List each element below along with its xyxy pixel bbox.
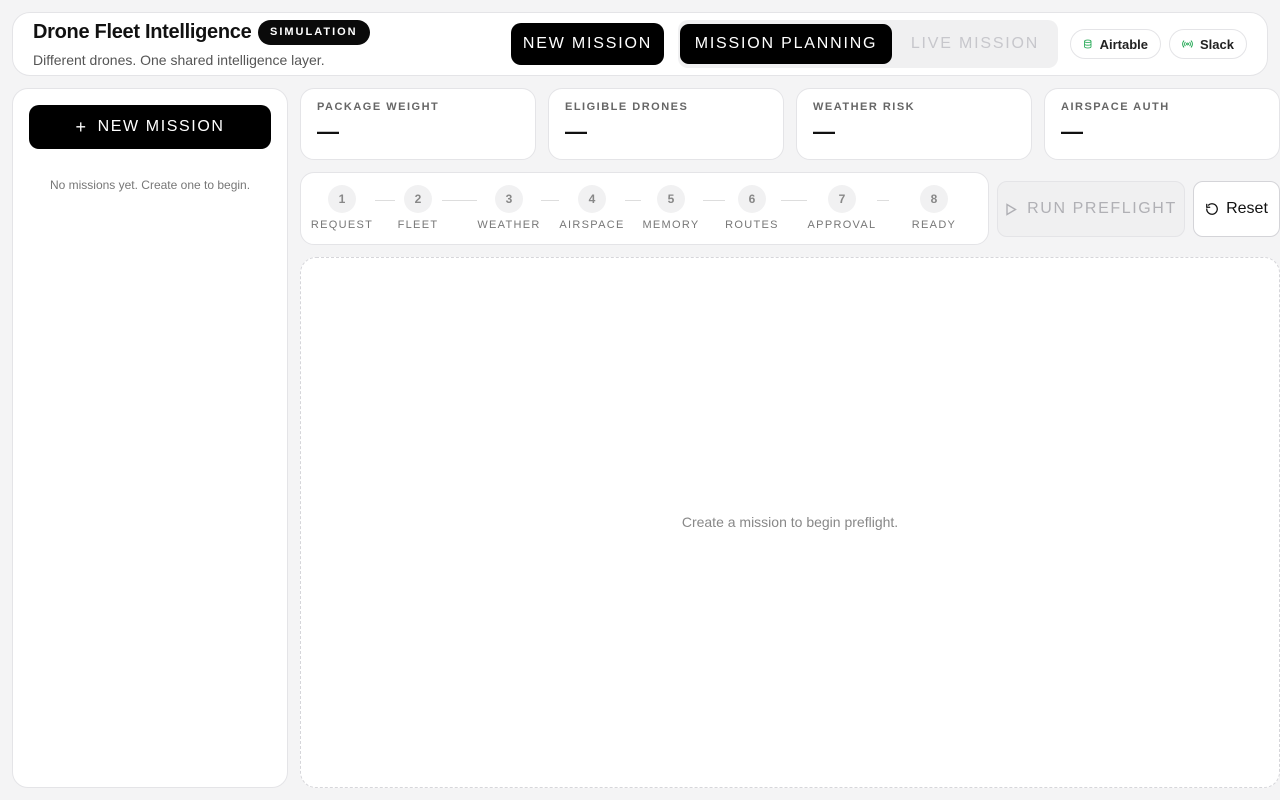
step-label: APPROVAL (807, 219, 877, 231)
stat-value: — (1061, 119, 1083, 144)
step-ready: 8 READY (894, 185, 974, 231)
stat-label: WEATHER RISK (813, 101, 916, 113)
step-number: 6 (738, 185, 766, 213)
step-label: REQUEST (310, 219, 374, 231)
step-number: 2 (404, 185, 432, 213)
reset-label: Reset (1226, 200, 1268, 217)
stat-package-weight: PACKAGE WEIGHT — (300, 88, 536, 160)
step-request: 1 REQUEST (302, 185, 382, 231)
preflight-stepper: 1 REQUEST 2 FLEET 3 WEATHER 4 AIRSPACE 5… (300, 172, 989, 245)
slack-label: Slack (1200, 36, 1234, 52)
step-airspace: 4 AIRSPACE (552, 185, 632, 231)
step-label: AIRSPACE (559, 219, 625, 231)
step-number: 7 (828, 185, 856, 213)
stat-label: AIRSPACE AUTH (1061, 101, 1170, 113)
run-preflight-button[interactable]: RUN PREFLIGHT (997, 181, 1185, 237)
stat-label: ELIGIBLE DRONES (565, 101, 689, 113)
step-approval: 7 APPROVAL (802, 185, 882, 231)
run-preflight-label: RUN PREFLIGHT (1027, 200, 1177, 217)
mode-tabs: MISSION PLANNING LIVE MISSION (678, 20, 1058, 68)
step-label: MEMORY (642, 219, 700, 231)
app-subtitle: Different drones. One shared intelligenc… (33, 52, 325, 68)
airtable-integration-pill[interactable]: Airtable (1070, 29, 1161, 59)
tab-live-mission[interactable]: LIVE MISSION (896, 24, 1054, 64)
missions-empty-state: No missions yet. Create one to begin. (49, 178, 251, 192)
plus-icon: + (75, 117, 88, 137)
stat-value: — (317, 119, 339, 144)
step-number: 3 (495, 185, 523, 213)
step-number: 5 (657, 185, 685, 213)
tab-mission-planning[interactable]: MISSION PLANNING (680, 24, 892, 64)
simulation-badge: SIMULATION (258, 20, 370, 45)
step-weather: 3 WEATHER (469, 185, 549, 231)
stat-weather-risk: WEATHER RISK — (796, 88, 1032, 160)
stat-eligible-drones: ELIGIBLE DRONES — (548, 88, 784, 160)
new-mission-button[interactable]: NEW MISSION (511, 23, 664, 65)
stat-airspace-auth: AIRSPACE AUTH — (1044, 88, 1280, 160)
mission-canvas: Create a mission to begin preflight. (300, 257, 1280, 788)
airtable-label: Airtable (1099, 36, 1148, 52)
step-label: ROUTES (725, 219, 779, 231)
slack-integration-pill[interactable]: Slack (1169, 29, 1247, 59)
rotate-ccw-icon (1206, 203, 1218, 215)
database-icon (1084, 39, 1092, 49)
top-header: Drone Fleet Intelligence SIMULATION Diff… (12, 12, 1268, 76)
step-number: 1 (328, 185, 356, 213)
sidebar-new-mission-label: NEW MISSION (97, 118, 225, 135)
missions-sidebar: + NEW MISSION No missions yet. Create on… (12, 88, 288, 788)
step-label: FLEET (397, 219, 439, 231)
sidebar-new-mission-button[interactable]: + NEW MISSION (29, 105, 271, 149)
stat-value: — (565, 119, 587, 144)
canvas-empty-state: Create a mission to begin preflight. (681, 514, 899, 530)
step-label: WEATHER (477, 219, 541, 231)
step-fleet: 2 FLEET (378, 185, 458, 231)
app-title: Drone Fleet Intelligence (33, 21, 252, 43)
step-memory: 5 MEMORY (631, 185, 711, 231)
play-icon (1006, 202, 1018, 216)
reset-button[interactable]: Reset (1193, 181, 1280, 237)
broadcast-icon (1182, 40, 1193, 48)
step-number: 4 (578, 185, 606, 213)
step-routes: 6 ROUTES (712, 185, 792, 231)
stat-value: — (813, 119, 835, 144)
stat-label: PACKAGE WEIGHT (317, 101, 440, 113)
step-label: READY (911, 219, 957, 231)
step-number: 8 (920, 185, 948, 213)
